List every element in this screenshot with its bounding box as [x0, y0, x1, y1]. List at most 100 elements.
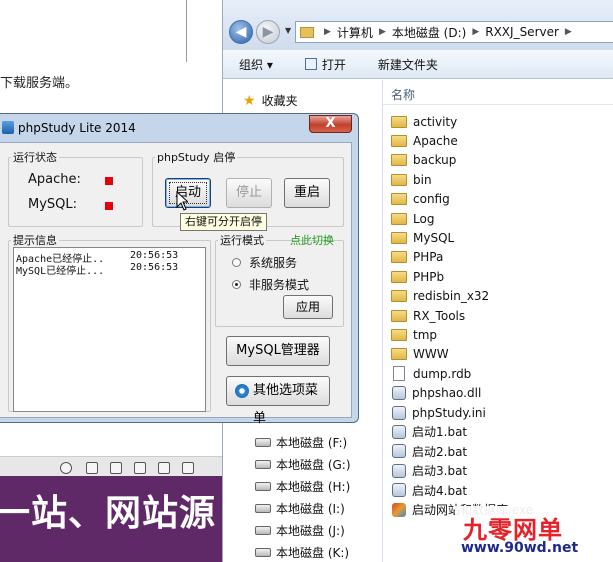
address-bar[interactable]: ▶ 计算机 ▶ 本地磁盘 (D:) ▶ RXXJ_Server ▶ [295, 21, 613, 43]
breadcrumb-rxxj-server[interactable]: RXXJ_Server [485, 25, 559, 39]
folder-icon [391, 290, 407, 303]
drive-item[interactable]: 本地磁盘 (G:) [255, 456, 351, 473]
gear-icon [235, 384, 249, 398]
file-name: backup [413, 153, 457, 168]
recent-pages-dropdown-icon[interactable]: ▼ [285, 26, 291, 35]
file-item[interactable]: 启动4.bat [391, 481, 467, 500]
drive-item[interactable]: 本地磁盘 (H:) [255, 478, 350, 495]
folder-item[interactable]: activity [391, 112, 457, 131]
start-button[interactable]: 启动 [165, 178, 211, 208]
radio-button[interactable] [232, 280, 241, 289]
chevron-right-icon[interactable]: ▶ [472, 27, 479, 37]
chevron-right-icon[interactable]: ▶ [379, 27, 386, 37]
folder-icon [391, 231, 407, 244]
settings-file-icon [392, 444, 406, 459]
folder-icon [391, 154, 407, 167]
radio-button[interactable] [232, 258, 241, 267]
hard-drive-icon [255, 526, 271, 535]
folder-icon [391, 270, 407, 283]
address-toolbar: ◀ ▶ ▼ ▶ 计算机 ▶ 本地磁盘 (D:) ▶ RXXJ_Server ▶ [223, 0, 613, 50]
open-button[interactable]: 打开 [289, 56, 362, 73]
folder-item[interactable]: config [391, 190, 450, 209]
organize-button[interactable]: 组织 ▾ [223, 56, 289, 73]
file-name: 启动1.bat [412, 425, 468, 440]
radio-system-service[interactable]: 系统服务 [232, 254, 297, 271]
radio-label: 非服务模式 [249, 278, 310, 292]
log-list[interactable]: Apache已经停止.. 20:56:53 MySQL已经停止... 20:56… [13, 247, 206, 412]
folder-item[interactable]: backup [391, 151, 456, 170]
drive-item[interactable]: 本地磁盘 (K:) [255, 544, 349, 561]
hard-drive-icon [255, 548, 271, 557]
file-name: phpshao.dll [412, 386, 482, 401]
history-icon[interactable] [60, 462, 72, 474]
breadcrumb-drive-d[interactable]: 本地磁盘 (D:) [392, 24, 466, 41]
file-item[interactable]: 启动2.bat [391, 442, 467, 461]
folder-item[interactable]: PHPa [391, 248, 443, 267]
chevron-right-icon[interactable]: ▶ [565, 27, 572, 37]
folder-item[interactable]: RX_Tools [391, 306, 465, 325]
drive-label: 本地磁盘 (H:) [276, 480, 351, 494]
forward-button[interactable]: ▶ [256, 20, 280, 44]
favorites-label: 收藏夹 [261, 94, 298, 108]
close-button[interactable]: X [309, 115, 352, 133]
favorites-item[interactable]: ★ 收藏夹 [243, 92, 298, 109]
folder-item[interactable]: tmp [391, 325, 437, 344]
file-item[interactable]: 启动1.bat [391, 422, 467, 441]
outline-view-icon[interactable] [134, 462, 146, 474]
file-name: PHPb [413, 269, 445, 284]
file-item[interactable]: dump.rdb [391, 364, 471, 383]
back-button[interactable]: ◀ [229, 20, 253, 44]
file-item[interactable]: phpshao.dll [391, 384, 481, 403]
drive-label: 本地磁盘 (J:) [276, 524, 345, 538]
drive-item[interactable]: 本地磁盘 (F:) [255, 434, 347, 451]
mode-switch-link[interactable]: 点此切换 [290, 232, 334, 248]
folder-icon [300, 26, 314, 38]
file-name: WWW [413, 347, 449, 362]
folder-item[interactable]: redisbin_x32 [391, 287, 489, 306]
radio-non-service-mode[interactable]: 非服务模式 [232, 276, 309, 293]
page-view-icon[interactable] [110, 462, 122, 474]
settings-file-icon [392, 386, 406, 401]
folder-icon [391, 348, 407, 361]
run-status-group: 运行状态 [8, 149, 143, 227]
folder-item[interactable]: WWW [391, 345, 449, 364]
folder-icon [391, 309, 407, 322]
folder-item[interactable]: MySQL [391, 228, 454, 247]
web-view-icon[interactable] [182, 462, 194, 474]
log-time: 20:56:53 [130, 250, 179, 261]
hard-drive-icon [255, 504, 271, 513]
drive-item[interactable]: 本地磁盘 (J:) [255, 522, 345, 539]
file-name: phpStudy.ini [412, 405, 486, 420]
drive-label: 本地磁盘 (I:) [276, 502, 345, 516]
restart-button[interactable]: 重启 [284, 178, 330, 208]
settings-file-icon [392, 405, 406, 420]
more-options-menu-button[interactable]: 其他选项菜单 [226, 376, 330, 426]
file-item[interactable]: 启动3.bat [391, 461, 467, 480]
fit-icon[interactable] [86, 462, 98, 474]
settings-file-icon [392, 463, 406, 478]
log-entry: MySQL已经停止... 20:56:53 [16, 262, 178, 277]
stop-button[interactable]: 停止 [226, 178, 272, 208]
breadcrumb-computer[interactable]: 计算机 [337, 24, 373, 41]
draft-view-icon[interactable] [158, 462, 170, 474]
column-header-name[interactable]: 名称 [391, 86, 415, 103]
apply-button[interactable]: 应用 [283, 295, 333, 319]
new-folder-button[interactable]: 新建文件夹 [362, 56, 454, 73]
watermark-logo: 九零网单 www.90wd.net [455, 506, 613, 562]
chevron-right-icon[interactable]: ▶ [324, 27, 331, 37]
mysql-manager-button[interactable]: MySQL管理器 [226, 336, 330, 366]
folder-item[interactable]: Apache [391, 131, 458, 150]
folder-icon [391, 328, 407, 341]
drive-item[interactable]: 本地磁盘 (I:) [255, 500, 345, 517]
folder-item[interactable]: bin [391, 170, 432, 189]
file-item[interactable]: phpStudy.ini [391, 403, 486, 422]
more-options-label: 其他选项菜单 [253, 383, 319, 426]
folder-item[interactable]: Log [391, 209, 434, 228]
folder-item[interactable]: PHPb [391, 267, 444, 286]
file-icon [393, 366, 405, 382]
file-name: dump.rdb [413, 366, 472, 381]
title-bar[interactable]: phpStudy Lite 2014 X [0, 114, 358, 142]
radio-label: 系统服务 [249, 256, 298, 270]
run-status-title: 运行状态 [13, 151, 57, 164]
file-name: activity [413, 114, 458, 129]
